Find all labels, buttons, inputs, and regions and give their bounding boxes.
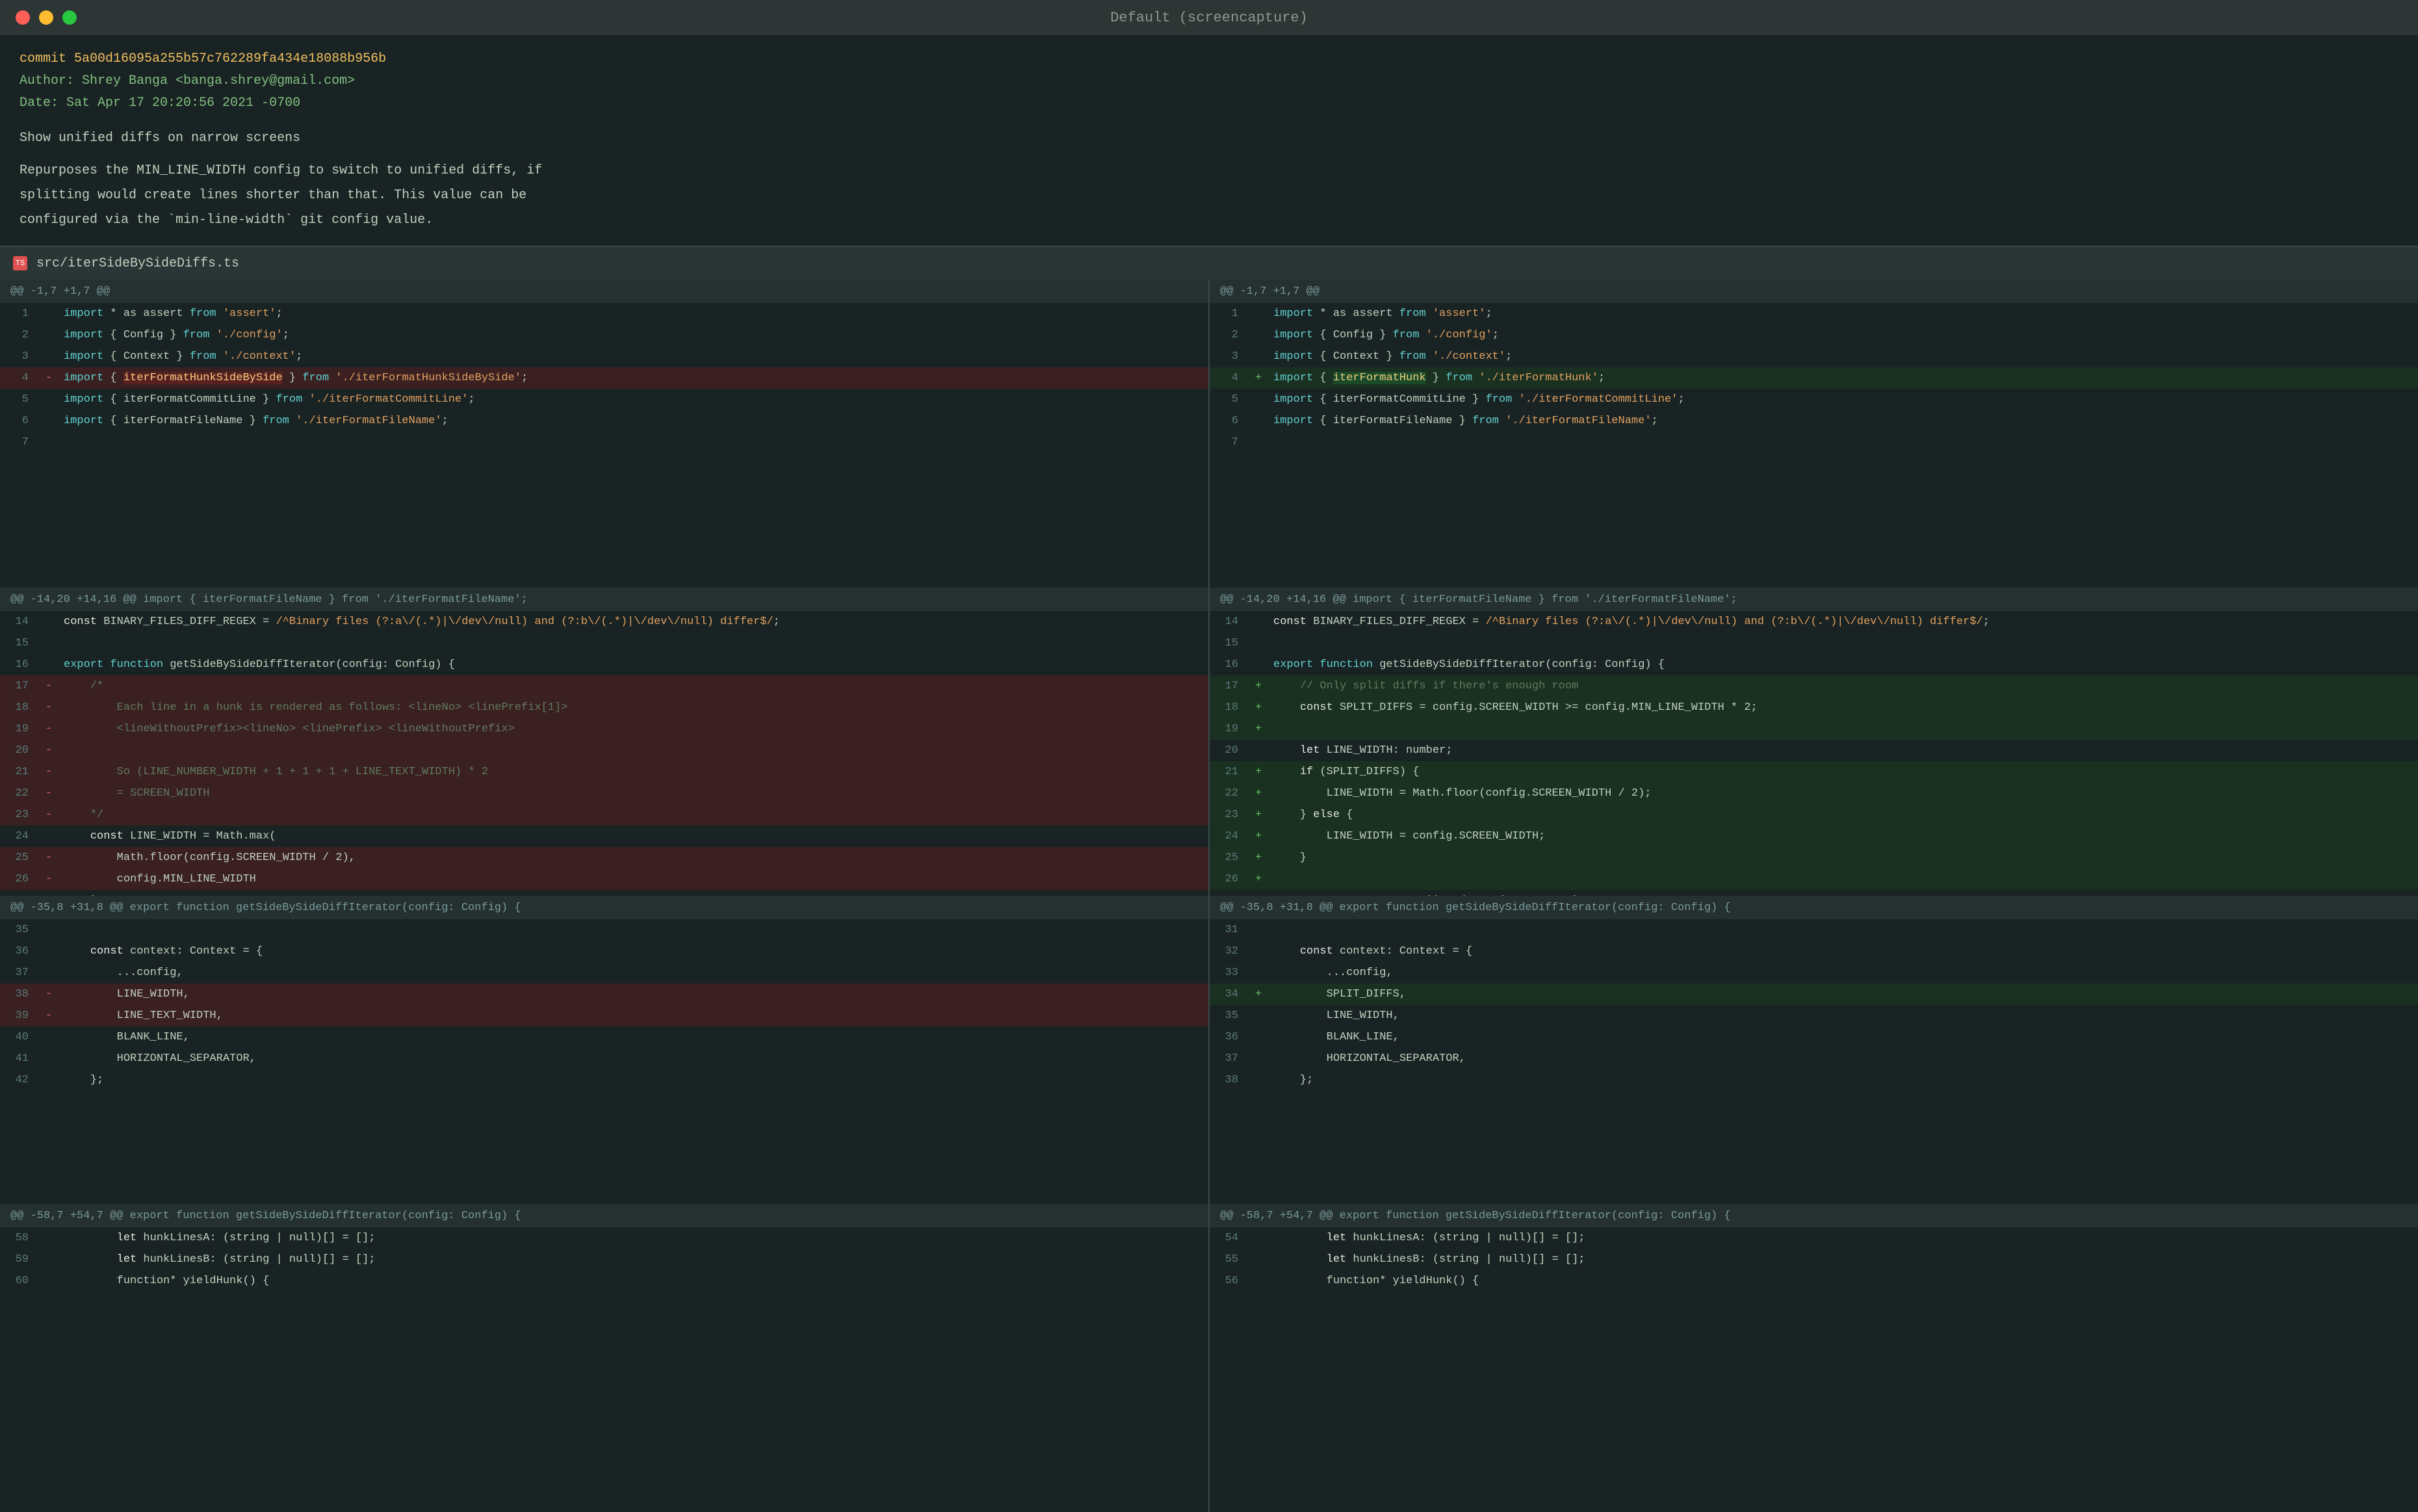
table-row: 55 let hunkLinesB: (string | null)[] = [… xyxy=(1210,1249,2418,1270)
table-row: 5 import { iterFormatCommitLine } from '… xyxy=(0,389,1208,410)
table-row: 54 let hunkLinesA: (string | null)[] = [… xyxy=(1210,1227,2418,1249)
file-type-icon: TS xyxy=(13,256,27,270)
table-row: 19 - <lineWithoutPrefix><lineNo> <linePr… xyxy=(0,718,1208,740)
table-row: 14 const BINARY_FILES_DIFF_REGEX = /^Bin… xyxy=(0,611,1208,632)
table-row: 5 import { iterFormatCommitLine } from '… xyxy=(1210,389,2418,410)
table-row: 22 - = SCREEN_WIDTH xyxy=(0,783,1208,804)
table-row: 31 xyxy=(1210,919,2418,941)
table-row: 60 function* yieldHunk() { xyxy=(0,1270,1208,1292)
table-row: 21 - So (LINE_NUMBER_WIDTH + 1 + 1 + 1 +… xyxy=(0,761,1208,783)
table-row: 16 export function getSideBySideDiffIter… xyxy=(0,654,1208,675)
table-row: 18 - Each line in a hunk is rendered as … xyxy=(0,697,1208,718)
table-row: 4 + import { iterFormatHunk } from './it… xyxy=(1210,367,2418,389)
table-row: 3 import { Context } from './context'; xyxy=(1210,346,2418,367)
maximize-button[interactable] xyxy=(62,10,77,25)
left-hunk3-header: @@ -35,8 +31,8 @@ export function getSid… xyxy=(0,896,1208,919)
right-hunk4-header: @@ -58,7 +54,7 @@ export function getSid… xyxy=(1210,1204,2418,1227)
window: Default (screencapture) commit 5a00d1609… xyxy=(0,0,2418,1512)
table-row: 7 xyxy=(1210,432,2418,453)
right-code-section1: 1 import * as assert from 'assert'; 2 im… xyxy=(1210,303,2418,588)
table-row: 38 - LINE_WIDTH, xyxy=(0,984,1208,1005)
table-row: 56 function* yieldHunk() { xyxy=(1210,1270,2418,1292)
table-row: 6 import { iterFormatFileName } from './… xyxy=(1210,410,2418,432)
right-code-section4: 54 let hunkLinesA: (string | null)[] = [… xyxy=(1210,1227,2418,1512)
table-row: 25 - Math.floor(config.SCREEN_WIDTH / 2)… xyxy=(0,847,1208,868)
table-row: 15 xyxy=(0,632,1208,654)
table-row: 18 + const SPLIT_DIFFS = config.SCREEN_W… xyxy=(1210,697,2418,718)
traffic-lights xyxy=(16,10,77,25)
right-pane: @@ -1,7 +1,7 @@ 1 import * as assert fro… xyxy=(1208,280,2418,1512)
file-path: src/iterSideBySideDiffs.ts xyxy=(36,256,239,271)
file-header: TS src/iterSideBySideDiffs.ts xyxy=(0,247,2418,280)
commit-date: Date: Sat Apr 17 20:20:56 2021 -0700 xyxy=(20,92,2398,114)
table-row: 39 - LINE_TEXT_WIDTH, xyxy=(0,1005,1208,1026)
right-hunk1-header: @@ -1,7 +1,7 @@ xyxy=(1210,280,2418,303)
table-row: 23 + } else { xyxy=(1210,804,2418,826)
table-row: 33 ...config, xyxy=(1210,962,2418,984)
right-hunk2-header: @@ -14,20 +14,16 @@ import { iterFormatF… xyxy=(1210,588,2418,611)
left-code-section2: 14 const BINARY_FILES_DIFF_REGEX = /^Bin… xyxy=(0,611,1208,896)
table-row: 2 import { Config } from './config'; xyxy=(0,324,1208,346)
table-row: 26 - config.MIN_LINE_WIDTH xyxy=(0,868,1208,890)
table-row: 17 + // Only split diffs if there's enou… xyxy=(1210,675,2418,697)
table-row: 21 + if (SPLIT_DIFFS) { xyxy=(1210,761,2418,783)
table-row: 24 + LINE_WIDTH = config.SCREEN_WIDTH; xyxy=(1210,826,2418,847)
table-row: 19 + xyxy=(1210,718,2418,740)
table-row: 20 - xyxy=(0,740,1208,761)
table-row: 25 + } xyxy=(1210,847,2418,868)
table-row: 35 xyxy=(0,919,1208,941)
table-row: 17 - /* xyxy=(0,675,1208,697)
close-button[interactable] xyxy=(16,10,30,25)
table-row: 16 export function getSideBySideDiffIter… xyxy=(1210,654,2418,675)
table-row: 4 - import { iterFormatHunkSideBySide } … xyxy=(0,367,1208,389)
table-row: 27 const BLANK_LINE = ''.padStart(LINE_W… xyxy=(1210,890,2418,896)
table-row: 41 HORIZONTAL_SEPARATOR, xyxy=(0,1048,1208,1069)
table-row: 3 import { Context } from './context'; xyxy=(0,346,1208,367)
table-row: 2 import { Config } from './config'; xyxy=(1210,324,2418,346)
left-hunk2-header: @@ -14,20 +14,16 @@ import { iterFormatF… xyxy=(0,588,1208,611)
table-row: 36 const context: Context = { xyxy=(0,941,1208,962)
table-row: 34 + SPLIT_DIFFS, xyxy=(1210,984,2418,1005)
left-code-section4: 58 let hunkLinesA: (string | null)[] = [… xyxy=(0,1227,1208,1512)
table-row: 20 let LINE_WIDTH: number; xyxy=(1210,740,2418,761)
commit-hash: commit 5a00d16095a255b57c762289fa434e180… xyxy=(20,48,2398,70)
table-row: 40 BLANK_LINE, xyxy=(0,1026,1208,1048)
table-row: 15 xyxy=(1210,632,2418,654)
left-code-section3: 35 36 const context: Context = { 37 ...c… xyxy=(0,919,1208,1204)
table-row: 1 import * as assert from 'assert'; xyxy=(1210,303,2418,324)
diff-container: @@ -1,7 +1,7 @@ 1 import * as assert fro… xyxy=(0,280,2418,1512)
commit-info: commit 5a00d16095a255b57c762289fa434e180… xyxy=(0,35,2418,246)
left-hunk1-header: @@ -1,7 +1,7 @@ xyxy=(0,280,1208,303)
left-hunk4-header: @@ -58,7 +54,7 @@ export function getSid… xyxy=(0,1204,1208,1227)
left-code-section1: 1 import * as assert from 'assert'; 2 im… xyxy=(0,303,1208,588)
commit-author: Author: Shrey Banga <banga.shrey@gmail.c… xyxy=(20,70,2398,92)
right-hunk3-header: @@ -35,8 +31,8 @@ export function getSid… xyxy=(1210,896,2418,919)
table-row: 58 let hunkLinesA: (string | null)[] = [… xyxy=(0,1227,1208,1249)
table-row: 24 const LINE_WIDTH = Math.max( xyxy=(0,826,1208,847)
minimize-button[interactable] xyxy=(39,10,53,25)
table-row: 14 const BINARY_FILES_DIFF_REGEX = /^Bin… xyxy=(1210,611,2418,632)
table-row: 26 + xyxy=(1210,868,2418,890)
table-row: 1 import * as assert from 'assert'; xyxy=(0,303,1208,324)
table-row: 59 let hunkLinesB: (string | null)[] = [… xyxy=(0,1249,1208,1270)
table-row: 27 ); xyxy=(0,890,1208,896)
right-code-section2: 14 const BINARY_FILES_DIFF_REGEX = /^Bin… xyxy=(1210,611,2418,896)
commit-description: Repurposes the MIN_LINE_WIDTH config to … xyxy=(20,159,2398,233)
commit-message: Show unified diffs on narrow screens xyxy=(20,127,2398,150)
table-row: 6 import { iterFormatFileName } from './… xyxy=(0,410,1208,432)
window-title: Default (screencapture) xyxy=(1110,10,1308,26)
table-row: 35 LINE_WIDTH, xyxy=(1210,1005,2418,1026)
left-pane: @@ -1,7 +1,7 @@ 1 import * as assert fro… xyxy=(0,280,1208,1512)
table-row: 38 }; xyxy=(1210,1069,2418,1091)
table-row: 32 const context: Context = { xyxy=(1210,941,2418,962)
right-code-section3: 31 32 const context: Context = { 33 ...c… xyxy=(1210,919,2418,1204)
table-row: 37 ...config, xyxy=(0,962,1208,984)
table-row: 23 - */ xyxy=(0,804,1208,826)
table-row: 7 xyxy=(0,432,1208,453)
table-row: 22 + LINE_WIDTH = Math.floor(config.SCRE… xyxy=(1210,783,2418,804)
table-row: 42 }; xyxy=(0,1069,1208,1091)
table-row: 37 HORIZONTAL_SEPARATOR, xyxy=(1210,1048,2418,1069)
table-row: 36 BLANK_LINE, xyxy=(1210,1026,2418,1048)
titlebar: Default (screencapture) xyxy=(0,0,2418,35)
